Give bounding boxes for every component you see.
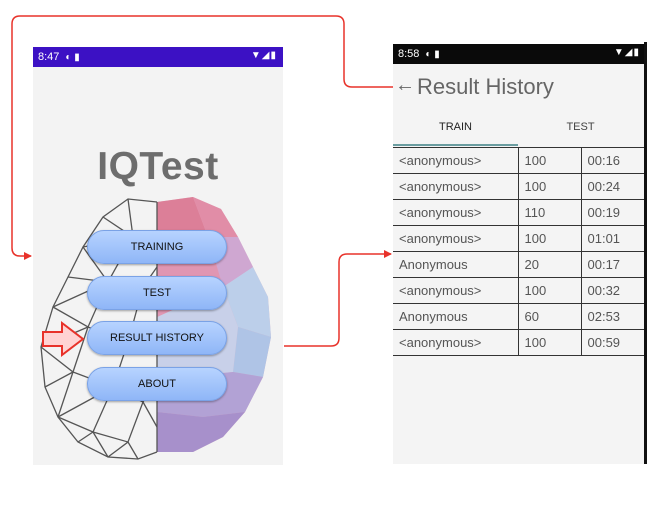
table-row[interactable]: <anonymous> 100 01:01 <box>393 225 646 252</box>
status-bar: 8:58 ◐ ▮ ▼◢▮ <box>393 44 646 64</box>
app-title: IQTest <box>97 145 219 188</box>
table-row[interactable]: <anonymous> 100 00:16 <box>393 147 646 174</box>
status-icons: ▼◢▮ <box>250 50 277 61</box>
table-row[interactable]: Anonymous 20 00:17 <box>393 251 646 278</box>
result-score: 100 <box>518 277 582 304</box>
result-time: 00:24 <box>581 173 646 200</box>
result-name: Anonymous <box>393 251 519 278</box>
connector-result-history-to-table <box>284 250 392 347</box>
about-button[interactable]: ABOUT <box>87 367 227 401</box>
result-score: 60 <box>518 303 582 330</box>
result-time: 01:01 <box>581 225 646 252</box>
result-name: <anonymous> <box>393 147 519 174</box>
screen-title: Result History <box>417 74 554 99</box>
status-icons: ▼◢▮ <box>613 47 640 58</box>
result-time: 02:53 <box>581 303 646 330</box>
result-score: 100 <box>518 173 582 200</box>
training-button[interactable]: TRAINING <box>87 230 227 264</box>
results-table: <anonymous> 100 00:16 <anonymous> 100 00:24 <a… <box>393 147 646 356</box>
result-score: 20 <box>518 251 582 278</box>
status-time: 8:47 <box>38 51 60 63</box>
result-name: <anonymous> <box>393 277 519 304</box>
result-score: 100 <box>518 225 582 252</box>
table-row[interactable]: <anonymous> 100 00:59 <box>393 329 646 356</box>
status-icons: ◐ ▮ <box>425 48 440 60</box>
result-name: <anonymous> <box>393 329 519 356</box>
result-history-button[interactable]: RESULT HISTORY <box>87 321 227 355</box>
result-time: 00:16 <box>581 147 646 174</box>
status-bar: 8:47 ◐ ▮ ▼◢▮ <box>33 47 283 67</box>
test-button[interactable]: TEST <box>87 276 227 310</box>
table-row[interactable]: <anonymous> 100 00:24 <box>393 173 646 200</box>
home-screen: 8:47 ◐ ▮ ▼◢▮ IQTest TRAINING TEST RESULT… <box>33 47 283 465</box>
status-icons: ◐ ▮ <box>65 51 80 63</box>
result-time: 00:59 <box>581 329 646 356</box>
result-name: Anonymous <box>393 303 519 330</box>
tab-test[interactable]: TEST <box>518 121 643 133</box>
result-name: <anonymous> <box>393 173 519 200</box>
tab-indicator <box>393 144 518 146</box>
table-row[interactable]: <anonymous> 110 00:19 <box>393 199 646 226</box>
pointer-arrow-icon <box>42 320 85 358</box>
status-time: 8:58 <box>398 48 420 60</box>
result-time: 00:32 <box>581 277 646 304</box>
result-name: <anonymous> <box>393 225 519 252</box>
result-time: 00:17 <box>581 251 646 278</box>
back-arrow-icon[interactable]: ← <box>395 74 415 97</box>
result-history-screen: 8:58 ◐ ▮ ▼◢▮ ← Result History TRAIN TEST… <box>393 44 646 464</box>
table-row[interactable]: <anonymous> 100 00:32 <box>393 277 646 304</box>
table-row[interactable]: Anonymous 60 02:53 <box>393 303 646 330</box>
result-time: 00:19 <box>581 199 646 226</box>
result-score: 110 <box>518 199 582 226</box>
tab-train[interactable]: TRAIN <box>393 121 518 133</box>
result-score: 100 <box>518 329 582 356</box>
device-edge <box>644 42 647 464</box>
result-score: 100 <box>518 147 582 174</box>
result-name: <anonymous> <box>393 199 519 226</box>
